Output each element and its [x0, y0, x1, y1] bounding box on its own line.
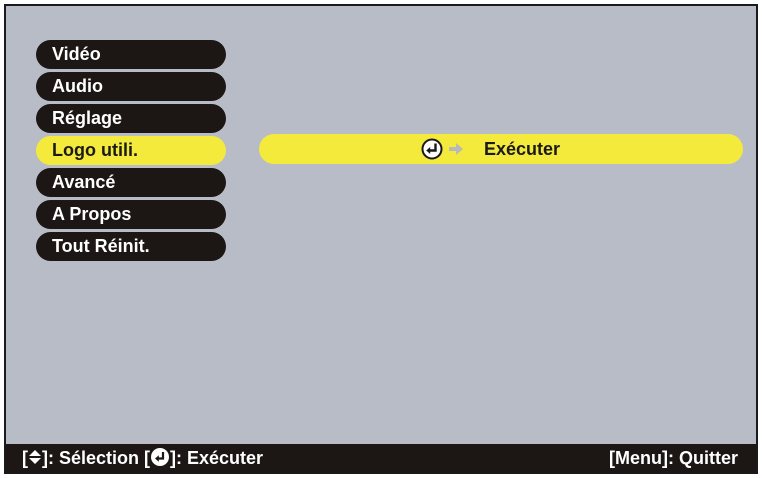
status-execute-close: ]: Exécuter [170, 448, 264, 468]
status-bar: [ ]: Sélection [ ]: Exécuter [Menu]: Qui… [6, 444, 756, 472]
menu-item-video[interactable]: Vidéo [36, 40, 226, 69]
up-down-arrow-icon [29, 450, 41, 465]
status-select-close: ]: Sélection [42, 448, 140, 468]
projector-menu-screen: Vidéo Audio Réglage Logo utili. Avancé A… [4, 4, 758, 474]
main-menu: Vidéo Audio Réglage Logo utili. Avancé A… [36, 40, 226, 264]
execute-label: Exécuter [484, 139, 561, 159]
status-help-left: [ ]: Sélection [ ]: Exécuter [22, 444, 263, 472]
menu-item-avance[interactable]: Avancé [36, 168, 226, 197]
enter-icon [151, 448, 170, 467]
menu-item-audio[interactable]: Audio [36, 72, 226, 101]
menu-item-a-propos[interactable]: A Propos [36, 200, 226, 229]
arrow-right-icon [449, 143, 463, 155]
submenu-execute-row[interactable]: Exécuter [259, 134, 743, 164]
enter-icon [421, 138, 443, 160]
menu-item-tout-reinit[interactable]: Tout Réinit. [36, 232, 226, 261]
menu-item-reglage[interactable]: Réglage [36, 104, 226, 133]
status-quit-hint: [Menu]: Quitter [609, 448, 738, 468]
menu-item-logo-utili[interactable]: Logo utili. [36, 136, 226, 165]
